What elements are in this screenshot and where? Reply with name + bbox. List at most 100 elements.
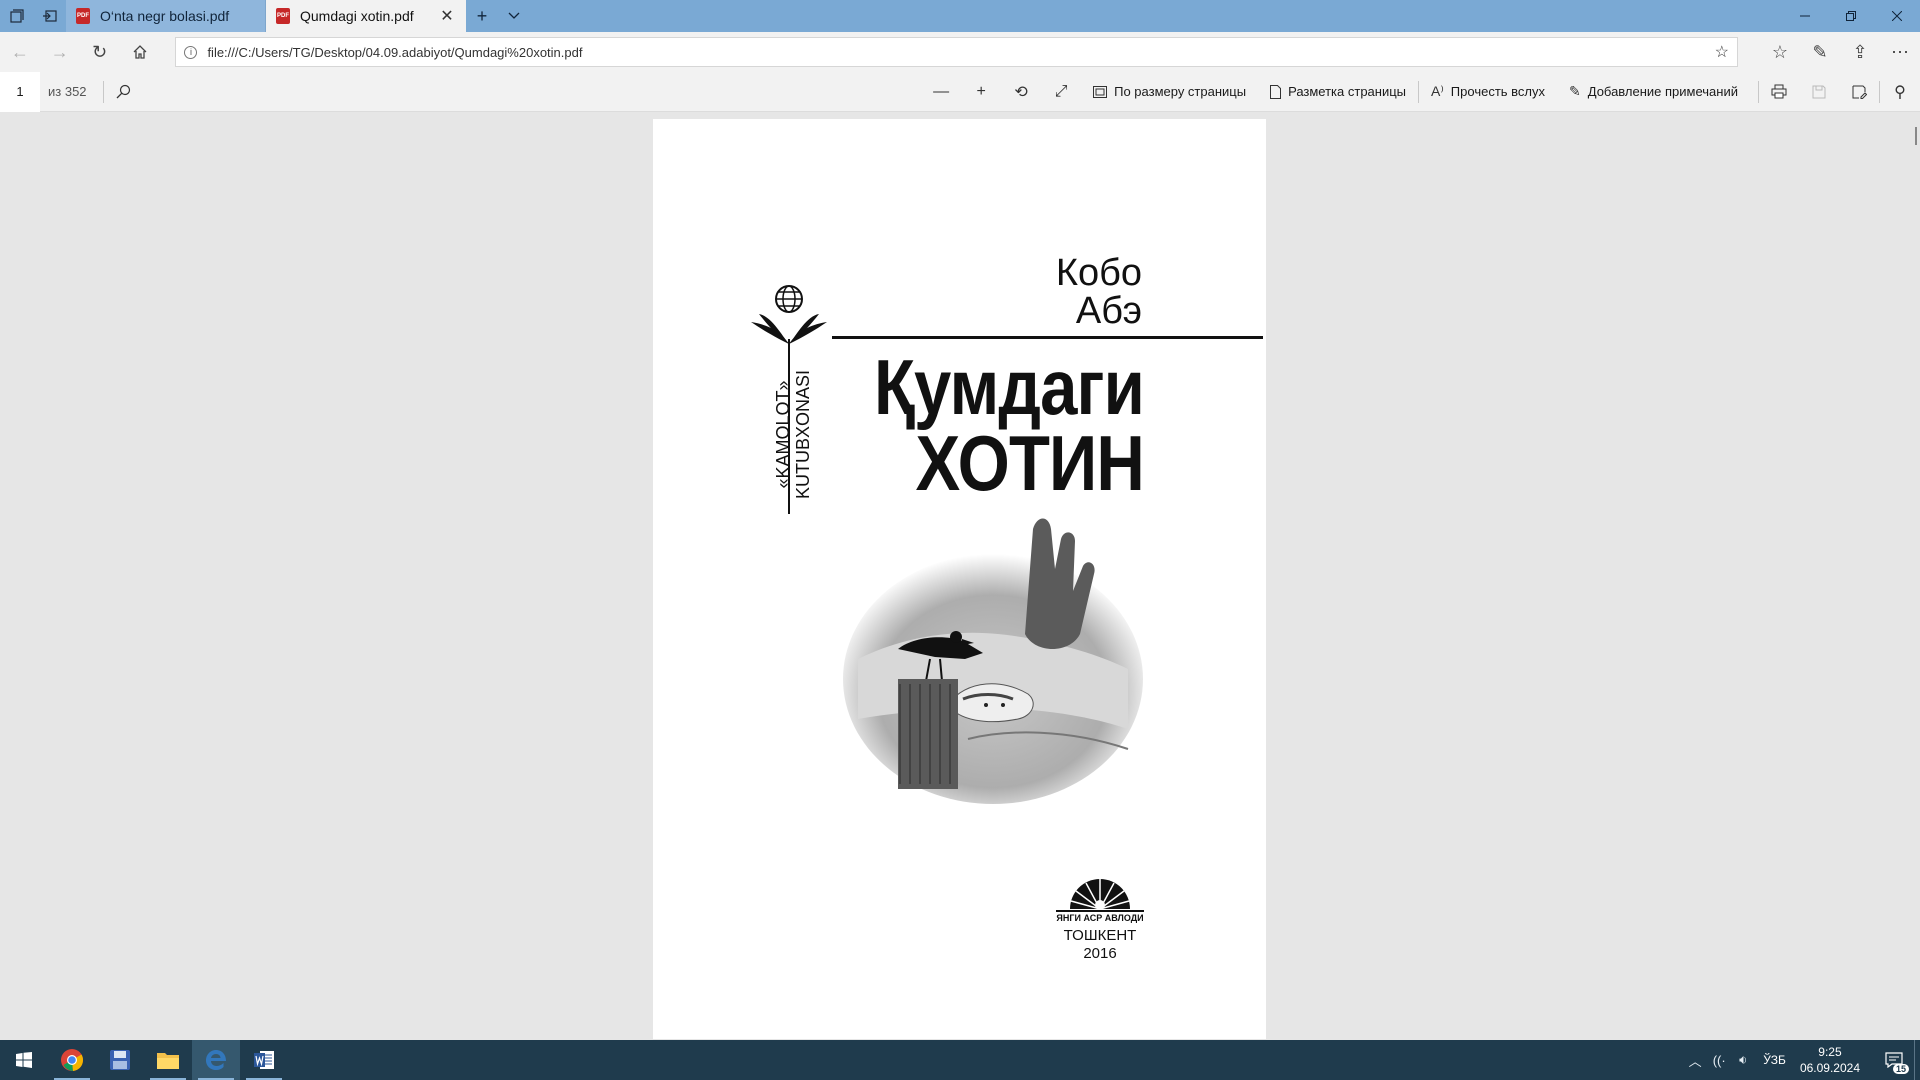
print-icon — [1771, 84, 1787, 99]
windows-icon — [16, 1052, 32, 1068]
minus-icon: — — [933, 82, 950, 100]
set-aside-tabs-button[interactable] — [33, 0, 66, 32]
search-button[interactable] — [104, 72, 144, 112]
fullscreen-button[interactable]: ⤢ — [1041, 72, 1081, 112]
page-number-input[interactable]: 1 — [0, 71, 40, 112]
tab-list-button[interactable] — [498, 0, 530, 32]
action-center-button[interactable]: 15 — [1874, 1040, 1914, 1080]
zoom-in-button[interactable]: + — [961, 72, 1001, 112]
add-notes-label: Добавление примечаний — [1587, 84, 1738, 99]
back-button[interactable]: ← — [0, 32, 40, 72]
series-line: KUTUBXONASI — [793, 369, 813, 499]
save-button[interactable] — [1799, 72, 1839, 112]
zoom-out-button[interactable]: — — [921, 72, 961, 112]
scrollbar[interactable] — [1915, 127, 1917, 145]
tab-actions-button[interactable] — [0, 0, 33, 32]
close-tab-icon[interactable]: ✕ — [438, 6, 456, 26]
close-window-button[interactable] — [1874, 0, 1920, 32]
page-layout-button[interactable]: Разметка страницы — [1258, 72, 1418, 112]
save-as-button[interactable] — [1839, 72, 1879, 112]
title-line: хотин — [915, 419, 1144, 507]
title-line: Қумдаги — [873, 343, 1145, 431]
pen-icon: ✎ — [1569, 83, 1581, 99]
tab-qumdagi-xotin[interactable]: PDF Qumdagi xotin.pdf ✕ — [266, 0, 466, 32]
new-tab-button[interactable]: + — [466, 0, 498, 32]
pin-icon: ⚲ — [1894, 83, 1906, 101]
book-author: Кобо Абэ — [1056, 254, 1142, 330]
restore-button[interactable] — [1828, 0, 1874, 32]
address-bar[interactable]: i file:///C:/Users/TG/Desktop/04.09.adab… — [175, 37, 1738, 67]
file-explorer-icon — [157, 1053, 179, 1069]
save-icon — [110, 1050, 130, 1070]
web-note-button[interactable]: ✎ — [1800, 32, 1840, 72]
author-line: Абэ — [1075, 290, 1142, 332]
restore-icon — [1846, 11, 1856, 21]
fit-page-button[interactable]: По размеру страницы — [1081, 72, 1258, 112]
show-desktop-button[interactable] — [1914, 1040, 1920, 1080]
clock-time: 9:25 — [1818, 1045, 1842, 1059]
tab-onta-negr-bolasi[interactable]: PDF O‘nta negr bolasi.pdf — [66, 0, 266, 32]
plus-icon: + — [976, 82, 986, 100]
input-language[interactable]: ЎЗБ — [1755, 1053, 1794, 1067]
home-icon — [133, 45, 146, 59]
arrow-right-icon: → — [50, 41, 69, 62]
favorites-button[interactable]: ☆ — [1760, 32, 1800, 72]
chrome-icon — [61, 1049, 84, 1071]
tab-title: O‘nta negr bolasi.pdf — [100, 8, 230, 24]
read-aloud-icon: A⁾ — [1431, 83, 1444, 99]
browser-actions: ☆ ✎ ⇪ ⋯ — [1760, 32, 1920, 72]
save-icon — [1812, 85, 1826, 98]
system-tray: ︿ ((· 🔉︎ ЎЗБ 9:25 06.09.2024 15 — [1683, 1040, 1920, 1080]
info-icon[interactable]: i — [184, 45, 198, 59]
word-app[interactable] — [240, 1040, 288, 1080]
forward-button[interactable]: → — [40, 32, 80, 72]
chrome-app[interactable] — [48, 1040, 96, 1080]
print-button[interactable] — [1759, 72, 1799, 112]
volume-button[interactable]: 🔉︎ — [1731, 1052, 1755, 1068]
save-as-icon — [1852, 85, 1867, 99]
minimize-button[interactable] — [1782, 0, 1828, 32]
chevron-down-icon — [508, 12, 520, 19]
share-icon: ⇪ — [1852, 41, 1868, 62]
favorites-icon: ☆ — [1771, 41, 1789, 62]
pin-toolbar-button[interactable]: ⚲ — [1880, 72, 1920, 112]
window-controls — [1782, 0, 1920, 32]
read-aloud-button[interactable]: A⁾ Прочесть вслух — [1419, 72, 1557, 112]
star-icon[interactable]: ☆ — [1715, 42, 1729, 62]
edge-app[interactable] — [192, 1040, 240, 1080]
arrow-left-icon: ← — [10, 41, 29, 62]
home-button[interactable] — [120, 32, 160, 72]
publication-place: ТОШКЕНТ 2016 — [1033, 927, 1167, 963]
cover-illustration — [843, 518, 1143, 804]
page-layout-label: Разметка страницы — [1288, 84, 1407, 99]
pdf-file-icon: PDF — [76, 8, 90, 24]
more-button[interactable]: ⋯ — [1880, 32, 1920, 72]
title-bar: PDF O‘nta negr bolasi.pdf PDF Qumdagi xo… — [0, 0, 1920, 32]
taskbar: ︿ ((· 🔉︎ ЎЗБ 9:25 06.09.2024 15 — [0, 1040, 1920, 1080]
rotate-icon: ⟲ — [1014, 83, 1028, 101]
set-aside-icon — [42, 10, 57, 22]
pdf-toolbar: 1 из 352 — + ⟲ ⤢ По размеру страницы Раз… — [0, 71, 1920, 112]
network-button[interactable]: ((· — [1707, 1053, 1731, 1068]
title-rule — [832, 336, 1263, 339]
start-button[interactable] — [0, 1040, 48, 1080]
clock[interactable]: 9:25 06.09.2024 — [1794, 1044, 1874, 1076]
add-notes-button[interactable]: ✎ Добавление примечаний — [1557, 72, 1750, 112]
save-app[interactable] — [96, 1040, 144, 1080]
publisher-name: ЯНГИ АСР АВЛОДИ — [1056, 910, 1144, 923]
speaker-icon: 🔉︎ — [1739, 1052, 1748, 1067]
page-total: из 352 — [48, 84, 87, 99]
share-button[interactable]: ⇪ — [1840, 32, 1880, 72]
close-icon — [1892, 11, 1902, 21]
address-url[interactable]: file:///C:/Users/TG/Desktop/04.09.adabiy… — [207, 45, 1704, 60]
pdf-viewer[interactable]: Кобо Абэ Қумдаги хотин «KAMOLOT» KUTUBXO… — [0, 113, 1920, 1039]
show-hidden-icons-button[interactable]: ︿ — [1683, 1051, 1707, 1070]
refresh-button[interactable]: ↻ — [80, 32, 120, 72]
file-explorer-app[interactable] — [144, 1040, 192, 1080]
rotate-button[interactable]: ⟲ — [1001, 72, 1041, 112]
book-title: Қумдаги хотин — [873, 343, 1145, 507]
minimize-icon — [1800, 15, 1810, 17]
notification-count: 15 — [1892, 1064, 1909, 1074]
year: 2016 — [1083, 945, 1117, 962]
edge-icon — [206, 1050, 226, 1070]
